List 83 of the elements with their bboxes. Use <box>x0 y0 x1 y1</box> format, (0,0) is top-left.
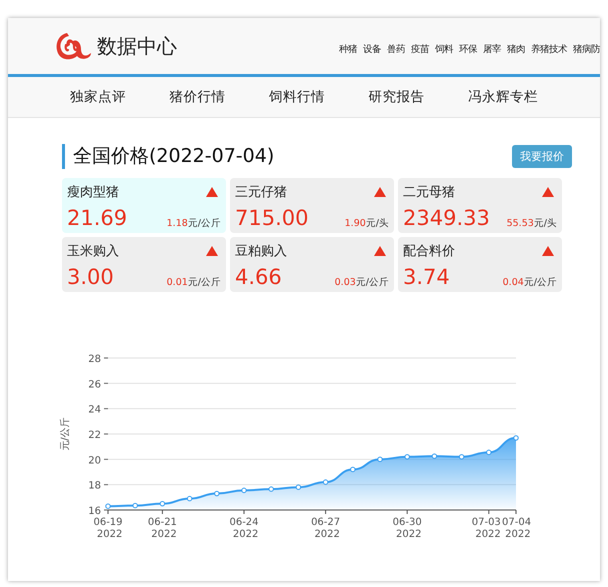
price-value: 21.69 <box>67 206 128 230</box>
x-tick-mark <box>488 510 490 514</box>
price-value: 3.74 <box>403 265 450 289</box>
price-value: 4.66 <box>235 265 282 289</box>
point <box>350 466 356 472</box>
x-tick-label: 07-03 2022 <box>472 517 501 540</box>
nav-link[interactable]: 独家点评 <box>70 88 126 106</box>
point <box>268 486 274 492</box>
category-link[interactable]: 设备 <box>363 42 381 56</box>
point <box>214 490 220 496</box>
y-tick-label: 22 <box>88 430 101 441</box>
price-card[interactable]: 豆粕购入 4.66 0.03元/公斤 <box>230 237 394 292</box>
point <box>132 502 138 508</box>
y-tick-label: 26 <box>88 379 101 390</box>
category-link[interactable]: 养猪技术 <box>531 42 567 56</box>
price-change: 0.01元/公斤 <box>166 276 221 289</box>
x-tick-mark <box>162 510 163 514</box>
x-tick-label: 06-21 2022 <box>148 517 177 540</box>
site-title[interactable]: 数据中心 <box>97 32 177 60</box>
y-tick-label: 24 <box>88 404 101 416</box>
point <box>186 496 192 502</box>
price-card[interactable]: 玉米购入 3.00 0.01元/公斤 <box>62 237 226 292</box>
point <box>296 484 302 490</box>
price-change: 0.03元/公斤 <box>334 276 389 289</box>
y-tick: 18 <box>88 480 108 492</box>
point <box>432 453 438 459</box>
price-card[interactable]: 二元母猪 2349.33 55.53元/头 <box>398 178 562 233</box>
x-tick-mark <box>325 510 326 514</box>
x-tick-mark <box>406 510 408 514</box>
price-name: 瘦肉型猪 <box>67 184 119 201</box>
point <box>322 479 328 485</box>
category-link[interactable]: 屠宰 <box>483 42 501 56</box>
y-tick-label: 20 <box>88 455 101 466</box>
x-tick-label: 06-24 2022 <box>229 517 259 540</box>
category-link[interactable]: 环保 <box>459 42 477 56</box>
x-tick-label: 06-30 2022 <box>392 517 422 540</box>
price-name: 三元仔猪 <box>235 184 287 201</box>
y-tick: 22 <box>88 430 108 441</box>
section-title: 全国价格(2022-07-04) <box>62 144 274 169</box>
x-tick-label: 06-19 2022 <box>93 517 123 540</box>
price-name: 玉米购入 <box>67 243 119 260</box>
point <box>377 456 383 462</box>
price-name: 配合料价 <box>403 243 455 260</box>
y-axis-label: 元/公斤 <box>60 417 71 451</box>
price-change: 55.53元/头 <box>506 217 557 230</box>
nav-link[interactable]: 研究报告 <box>368 88 425 106</box>
price-name: 二元母猪 <box>403 184 455 201</box>
point <box>458 454 464 460</box>
point <box>160 500 166 506</box>
point <box>486 450 492 456</box>
y-tick-label: 28 <box>88 354 101 365</box>
point <box>513 435 519 441</box>
y-tick: 24 <box>88 404 108 416</box>
nav-link[interactable]: 饲料行情 <box>268 88 325 106</box>
price-card[interactable]: 瘦肉型猪 21.69 1.18元/公斤 <box>62 178 226 233</box>
category-link[interactable]: 疫苗 <box>411 42 429 56</box>
price-name: 豆粕购入 <box>235 243 287 260</box>
x-tick-label: 06-27 2022 <box>311 517 340 540</box>
x-tick-label: 07-04 2022 <box>502 517 532 540</box>
category-link[interactable]: 兽药 <box>387 42 405 56</box>
point <box>105 504 111 509</box>
category-link[interactable]: 猪肉 <box>507 42 525 56</box>
price-change: 1.90元/头 <box>344 217 389 230</box>
y-tick: 26 <box>88 379 108 390</box>
category-link[interactable]: 种猪 <box>339 42 357 56</box>
price-value: 3.00 <box>67 265 114 289</box>
y-tick-label: 16 <box>88 506 101 517</box>
y-tick-label: 18 <box>88 480 101 492</box>
price-value: 715.00 <box>235 206 308 230</box>
nav-link[interactable]: 冯永辉专栏 <box>468 88 538 106</box>
point <box>241 488 247 494</box>
y-tick: 16 <box>88 506 108 517</box>
nav-link[interactable]: 猪价行情 <box>169 88 226 106</box>
point <box>404 454 410 460</box>
y-tick: 28 <box>88 354 108 365</box>
price-card[interactable]: 配合料价 3.74 0.04元/公斤 <box>398 237 562 292</box>
category-link[interactable]: 猪病防 <box>573 42 600 56</box>
price-change: 1.18元/公斤 <box>166 217 221 230</box>
price-card[interactable]: 三元仔猪 715.00 1.90元/头 <box>230 178 394 233</box>
y-tick: 20 <box>88 455 108 466</box>
price-change: 0.04元/公斤 <box>502 276 557 289</box>
price-value: 2349.33 <box>403 206 490 230</box>
category-link[interactable]: 饲料 <box>435 42 453 56</box>
